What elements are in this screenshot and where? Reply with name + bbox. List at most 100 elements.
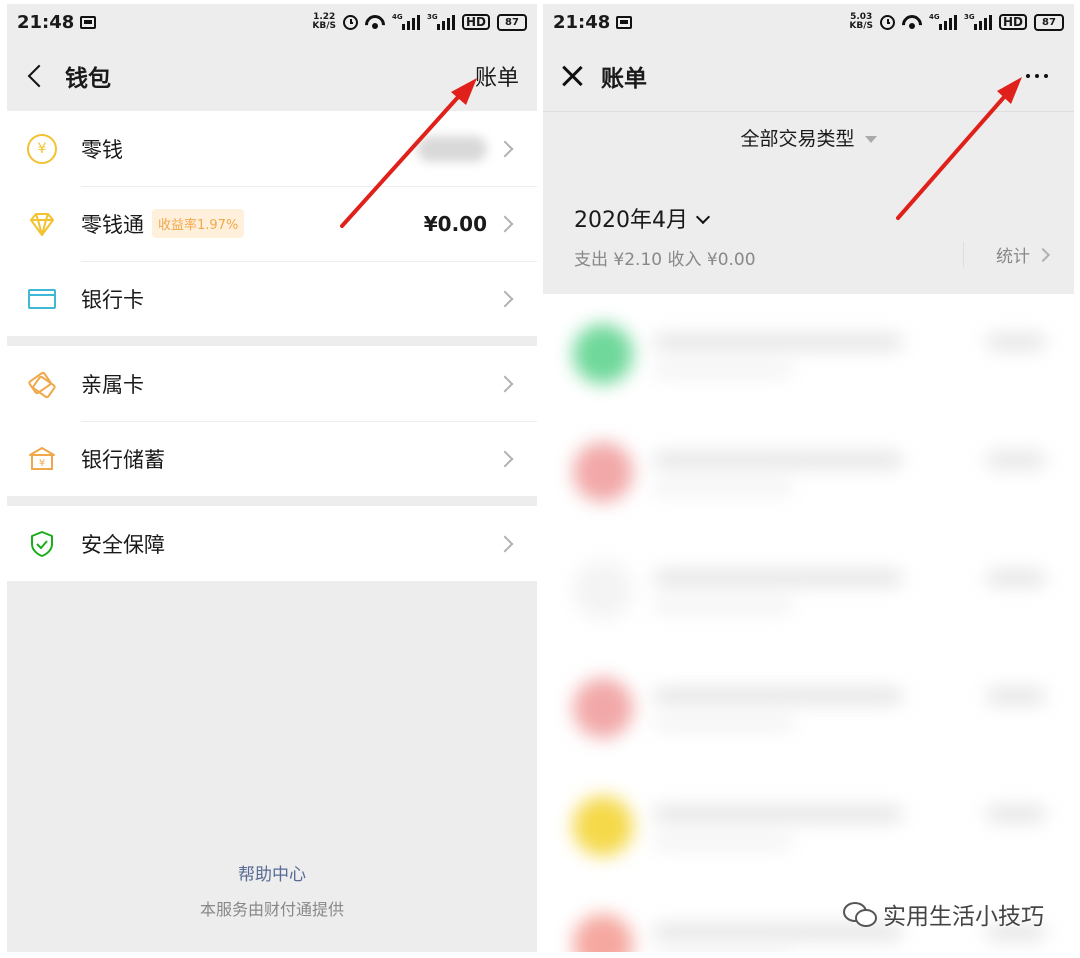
hd-icon: HD xyxy=(461,14,490,30)
merchant-avatar xyxy=(573,442,633,502)
transaction-type-filter[interactable]: 全部交易类型 xyxy=(543,124,1074,151)
signal-4g-icon: 4G xyxy=(391,12,420,30)
watermark: 实用生活小技巧 xyxy=(843,897,1044,931)
transaction-amount xyxy=(986,688,1046,704)
help-center-link[interactable]: 帮助中心 xyxy=(7,860,537,885)
bank-card-icon xyxy=(27,284,57,314)
transaction-text xyxy=(653,452,903,468)
battery-icon: 87 xyxy=(1034,13,1064,31)
chevron-right-icon xyxy=(1035,247,1051,262)
hd-icon: HD xyxy=(998,14,1027,30)
network-speed: 5.03 KB/S xyxy=(849,13,873,31)
wallet-group-balance: ¥ 零钱 零钱通 收益率1.97% ¥0.00 银行卡 xyxy=(7,111,537,336)
wallet-item-bank-card[interactable]: 银行卡 xyxy=(7,261,537,336)
wallet-item-bank-savings[interactable]: ¥ 银行储蓄 xyxy=(7,421,537,496)
transaction-row[interactable] xyxy=(543,530,1074,648)
wallet-group-cards: 亲属卡 ¥ 银行储蓄 xyxy=(7,346,537,496)
watermark-text: 实用生活小技巧 xyxy=(883,904,1044,930)
wallet-item-label: 零钱 xyxy=(81,137,123,162)
signal-4g-icon: 4G xyxy=(929,13,957,30)
signal-3g-icon: 3G xyxy=(426,12,455,30)
transaction-list[interactable] xyxy=(543,294,1074,952)
caret-down-icon xyxy=(864,136,877,143)
speed-unit: KB/S xyxy=(312,21,336,31)
back-icon[interactable] xyxy=(27,64,51,88)
bills-button[interactable]: 账单 xyxy=(475,60,519,92)
filter-label: 全部交易类型 xyxy=(740,128,855,150)
svg-text:¥: ¥ xyxy=(39,458,45,469)
close-icon[interactable] xyxy=(561,65,583,87)
signal-3g-icon: 3G xyxy=(963,12,992,30)
merchant-avatar xyxy=(573,560,633,620)
transaction-text xyxy=(653,836,793,848)
statistics-button[interactable]: 统计 xyxy=(963,242,1051,267)
transaction-row[interactable] xyxy=(543,766,1074,884)
status-bar: 21:48 5.03 KB/S 4G 3G HD 87 xyxy=(543,4,1074,40)
wallet-navbar: 钱包 账单 xyxy=(7,40,537,112)
wechat-icon xyxy=(843,902,877,927)
transaction-text xyxy=(653,334,903,350)
chevron-right-icon xyxy=(496,140,514,157)
network-3g-label: 3G xyxy=(426,12,438,21)
chevron-right-icon xyxy=(496,215,514,232)
wallet-item-change[interactable]: ¥ 零钱 xyxy=(7,111,537,186)
wallet-item-label: 安全保障 xyxy=(81,532,165,557)
network-3g-label: 3G xyxy=(963,12,975,21)
transaction-row[interactable] xyxy=(543,648,1074,766)
month-label: 2020年4月 xyxy=(574,208,688,233)
page-title: 钱包 xyxy=(65,66,111,92)
bills-screen: 21:48 5.03 KB/S 4G 3G HD 87 账单 全部交易类型 20… xyxy=(543,4,1074,952)
status-bar: 21:48 1.22 KB/S 4G 3G HD 87 xyxy=(7,4,537,40)
merchant-avatar xyxy=(573,678,633,738)
merchant-avatar xyxy=(573,914,633,952)
bills-header: 21:48 5.03 KB/S 4G 3G HD 87 账单 全部交易类型 20… xyxy=(543,4,1074,294)
transaction-text xyxy=(653,806,903,822)
transaction-row[interactable] xyxy=(543,412,1074,530)
chevron-right-icon xyxy=(496,535,514,552)
bank-savings-icon: ¥ xyxy=(27,444,57,474)
transaction-text xyxy=(653,688,903,704)
wallet-screen: 21:48 1.22 KB/S 4G 3G HD 87 钱包 账单 ¥ 零钱 零… xyxy=(7,4,537,952)
transaction-row[interactable] xyxy=(543,294,1074,412)
network-speed: 1.22 KB/S xyxy=(312,13,336,31)
network-4g-label: 4G xyxy=(391,12,403,21)
lingqiantong-amount: ¥0.00 xyxy=(423,211,487,236)
transaction-text xyxy=(653,600,793,612)
merchant-avatar xyxy=(573,324,633,384)
wallet-item-lingqiantong[interactable]: 零钱通 收益率1.97% ¥0.00 xyxy=(7,186,537,261)
hidden-balance xyxy=(417,135,487,162)
chevron-right-icon xyxy=(496,290,514,307)
wallet-item-security[interactable]: 安全保障 xyxy=(7,506,537,581)
wallet-item-label: 银行储蓄 xyxy=(81,447,165,472)
wallet-item-label: 亲属卡 xyxy=(81,372,144,397)
merchant-avatar xyxy=(573,796,633,856)
wallet-item-family-card[interactable]: 亲属卡 xyxy=(7,346,537,421)
transaction-text xyxy=(653,570,903,586)
wallet-item-label: 银行卡 xyxy=(81,287,144,312)
yield-rate-badge: 收益率1.97% xyxy=(152,209,245,238)
transaction-amount xyxy=(986,452,1046,468)
wifi-icon xyxy=(365,15,385,29)
bills-navbar: 账单 xyxy=(543,40,1074,112)
chevron-right-icon xyxy=(496,450,514,467)
alarm-icon xyxy=(342,14,358,30)
alarm-icon xyxy=(879,14,895,30)
speed-unit: KB/S xyxy=(849,21,873,31)
transaction-amount xyxy=(986,570,1046,586)
wallet-group-security: 安全保障 xyxy=(7,506,537,581)
message-notification-icon xyxy=(616,15,633,29)
transaction-amount xyxy=(986,806,1046,822)
wallet-item-label: 零钱通 xyxy=(81,212,144,237)
month-selector[interactable]: 2020年4月 xyxy=(574,202,711,234)
wifi-icon xyxy=(902,15,922,29)
coin-icon: ¥ xyxy=(27,133,57,164)
chevron-right-icon xyxy=(496,375,514,392)
more-options-icon[interactable] xyxy=(1026,73,1048,78)
status-time: 21:48 xyxy=(17,11,75,33)
page-title: 账单 xyxy=(601,65,647,92)
statistics-label: 统计 xyxy=(996,247,1030,267)
month-summary: 支出 ¥2.10 收入 ¥0.00 xyxy=(574,250,756,270)
message-notification-icon xyxy=(80,15,97,29)
transaction-text xyxy=(653,482,793,494)
service-provider-text: 本服务由财付通提供 xyxy=(199,900,344,919)
